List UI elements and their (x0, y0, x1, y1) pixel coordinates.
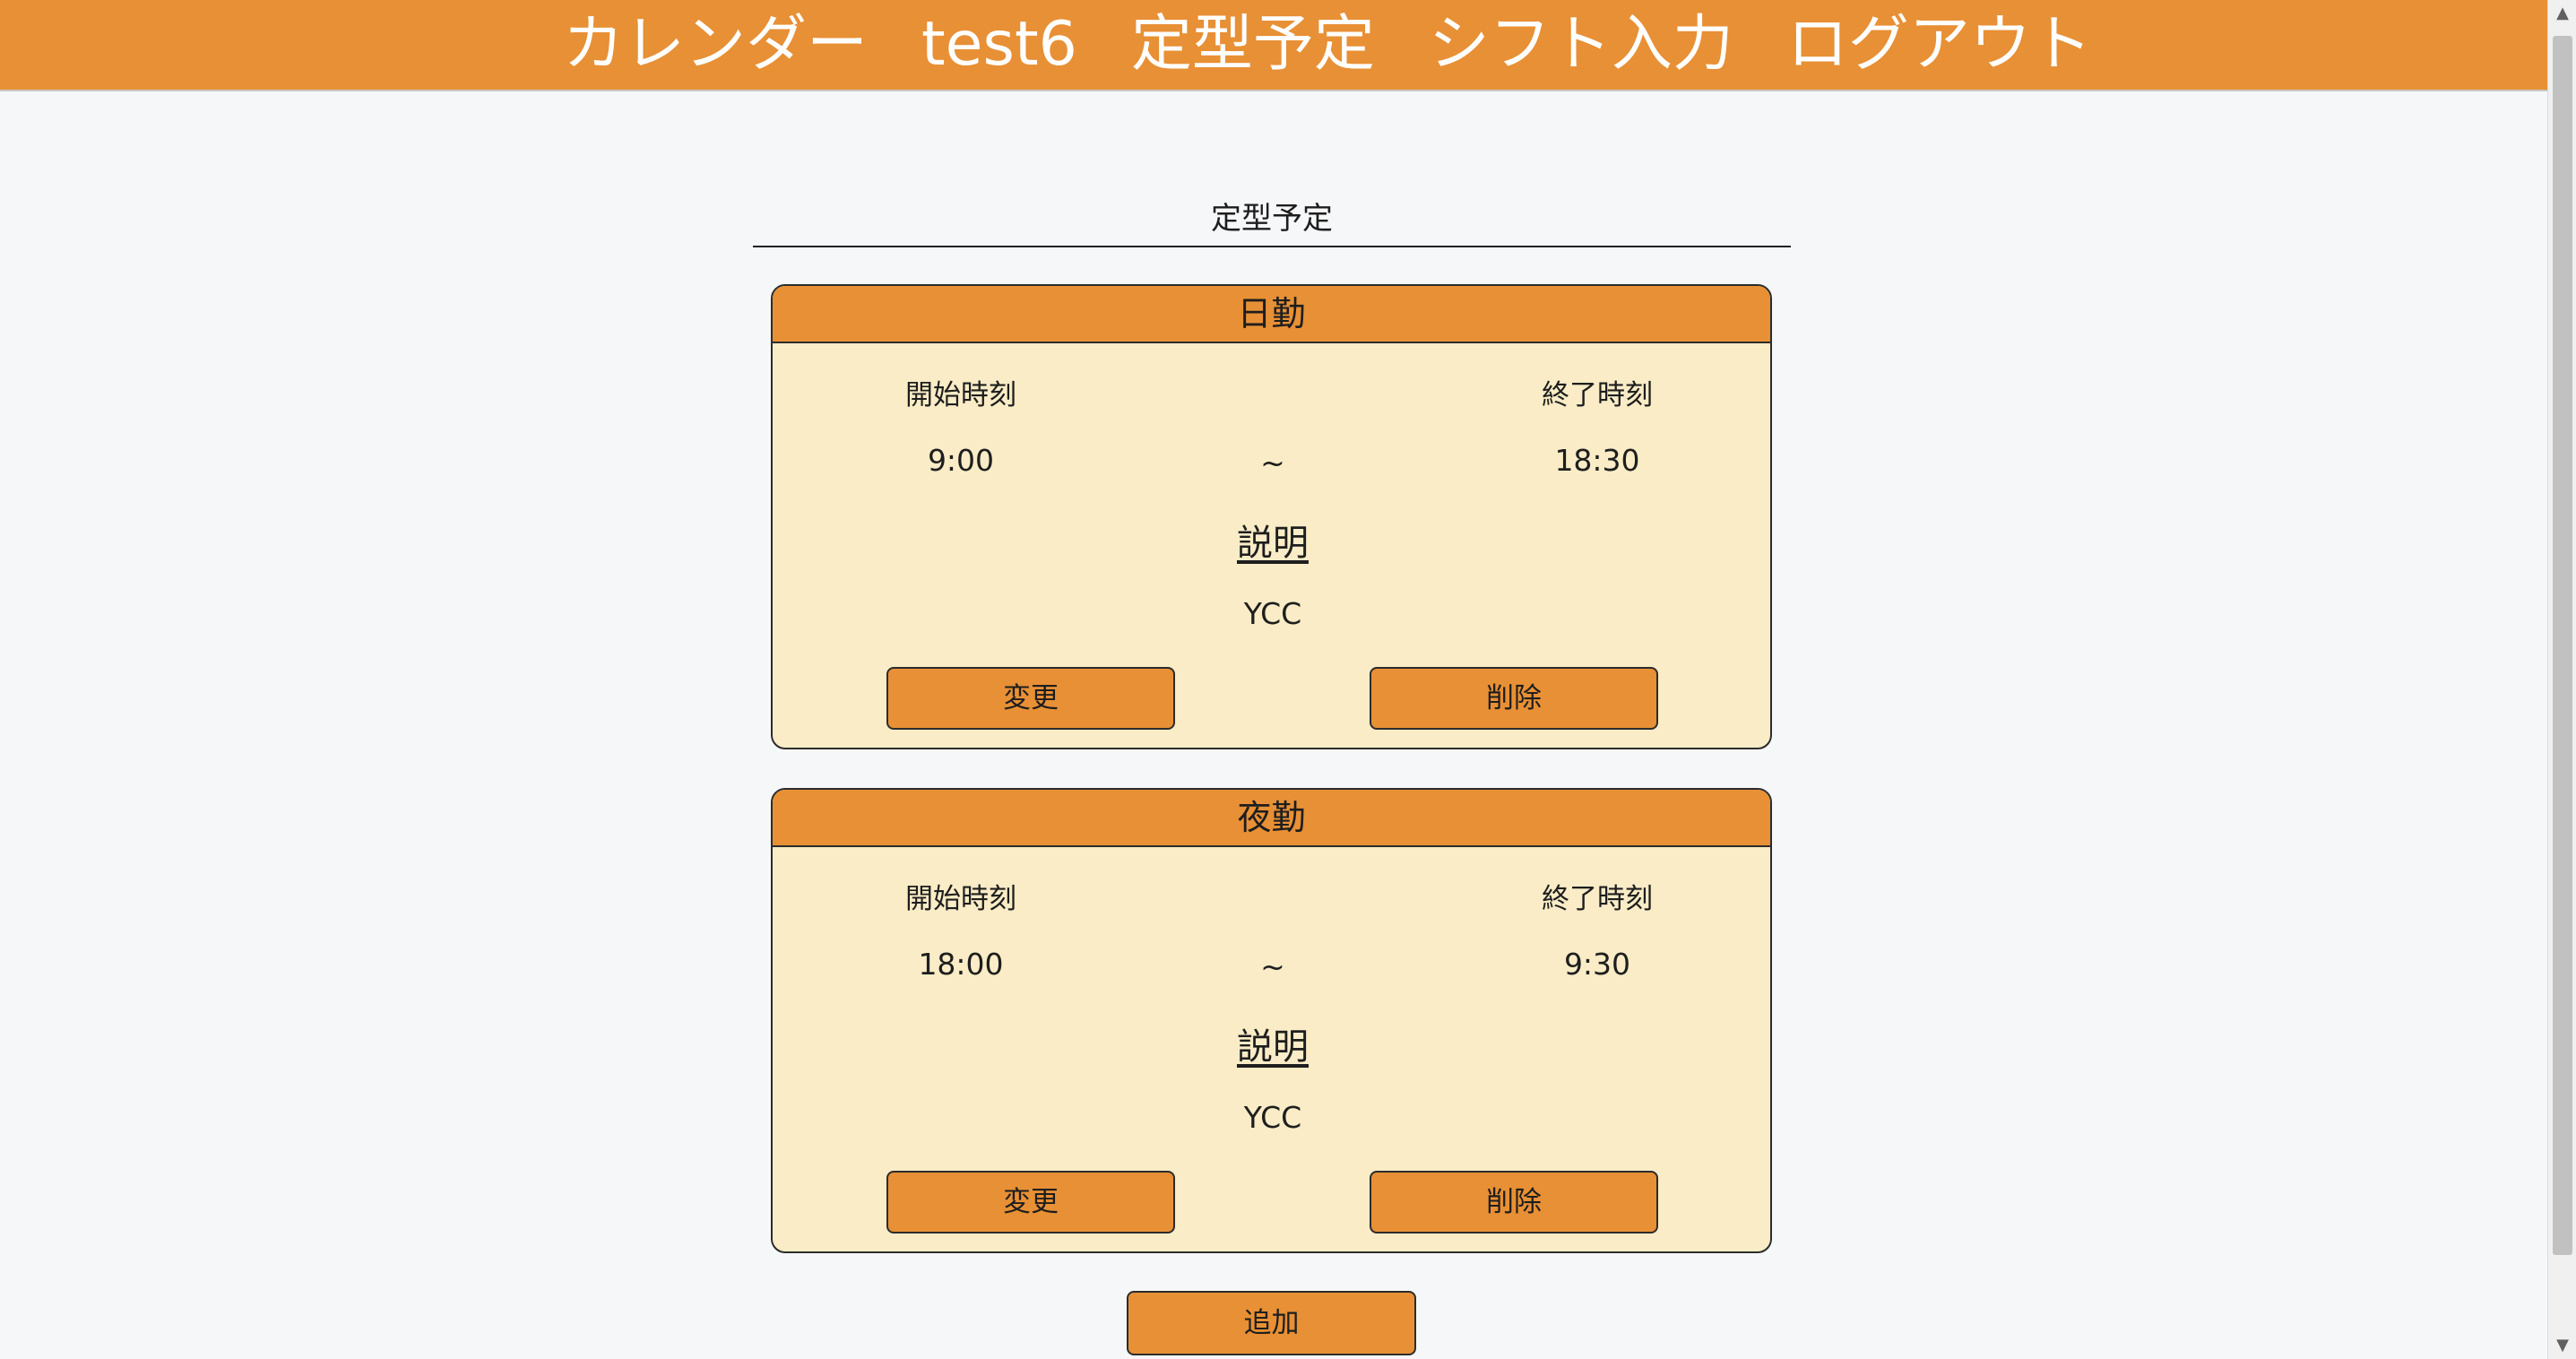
nav-user-link[interactable]: test6 (921, 0, 1077, 90)
add-schedule-button[interactable]: 追加 (1127, 1291, 1416, 1355)
nav-logout-link[interactable]: ログアウト (1787, 0, 2092, 90)
nav-shift-input-link[interactable]: シフト入力 (1429, 0, 1733, 90)
scroll-up-arrow-icon[interactable]: ▲ (2548, 0, 2576, 27)
description-heading: 説明 (1237, 523, 1309, 564)
start-time-label: 開始時刻 (905, 379, 1016, 411)
description-value: YCC (1243, 1100, 1302, 1135)
nav-menu: カレンダー test6 定型予定 シフト入力 ログアウト (563, 0, 2146, 90)
nav-fixed-schedule-link[interactable]: 定型予定 (1131, 0, 1375, 90)
end-time-value: 18:30 (1554, 443, 1640, 478)
description-heading: 説明 (1237, 1026, 1309, 1068)
schedule-card: 夜勤 開始時刻 終了時刻 18:00 ~ 9:30 説明 YCC 変更 削除 (771, 788, 1772, 1253)
end-time-label: 終了時刻 (1542, 379, 1653, 411)
schedule-card: 日勤 開始時刻 終了時刻 9:00 ~ 18:30 説明 YCC 変更 削除 (771, 284, 1772, 749)
scroll-down-arrow-icon[interactable]: ▼ (2548, 1332, 2576, 1359)
description-value: YCC (1243, 596, 1302, 631)
edit-button[interactable]: 変更 (886, 667, 1175, 730)
vertical-scrollbar[interactable]: ▲ ▼ (2547, 0, 2576, 1359)
page-title: 定型予定 (753, 192, 1791, 247)
end-time-value: 9:30 (1563, 947, 1631, 982)
nav-calendar-link[interactable]: カレンダー (563, 0, 868, 90)
end-time-label: 終了時刻 (1542, 883, 1653, 915)
scrollbar-thumb[interactable] (2553, 36, 2572, 1255)
start-time-value: 18:00 (918, 947, 1004, 982)
time-separator: ~ (1260, 446, 1285, 480)
time-separator: ~ (1260, 949, 1285, 984)
start-time-label: 開始時刻 (905, 883, 1016, 915)
delete-button[interactable]: 削除 (1370, 1171, 1658, 1233)
delete-button[interactable]: 削除 (1370, 667, 1658, 730)
start-time-value: 9:00 (927, 443, 995, 478)
schedule-card-title: 日勤 (773, 286, 1770, 343)
schedule-card-title: 夜勤 (773, 790, 1770, 847)
edit-button[interactable]: 変更 (886, 1171, 1175, 1233)
top-nav-bar: カレンダー test6 定型予定 シフト入力 ログアウト (0, 0, 2547, 91)
